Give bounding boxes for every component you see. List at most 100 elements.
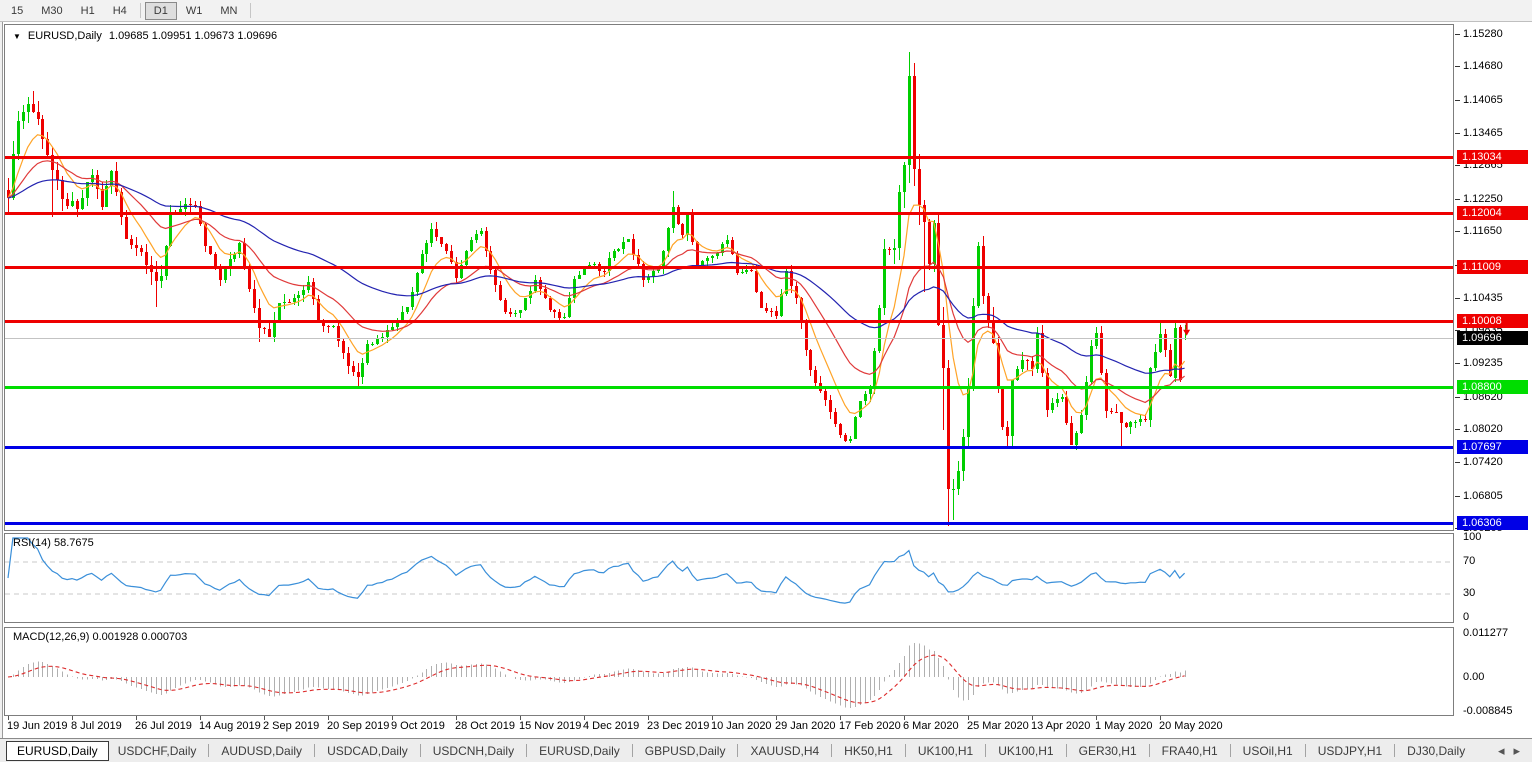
tab-scroll-right-icon[interactable]: ▸ xyxy=(1513,743,1520,759)
chart-tab-hk50-h1[interactable]: HK50,H1 xyxy=(835,741,902,761)
mt4-terminal: { "toolbar": { "timeframes": ["15","M30"… xyxy=(0,0,1532,762)
date-label: 28 Oct 2019 xyxy=(455,720,515,732)
timeframe-button-15[interactable]: 15 xyxy=(2,2,32,20)
hline-price-label: 1.12004 xyxy=(1457,206,1528,220)
chart-tab-usdjpy-h1[interactable]: USDJPY,H1 xyxy=(1309,741,1391,761)
toolbar-divider xyxy=(250,3,251,18)
chart-tab-eurusd-daily[interactable]: EURUSD,Daily xyxy=(530,741,629,761)
chart-tab-uk100-h1[interactable]: UK100,H1 xyxy=(909,741,982,761)
date-label: 6 Mar 2020 xyxy=(903,720,959,732)
macd-indicator-pane[interactable] xyxy=(4,627,1454,716)
price-chart-pane[interactable] xyxy=(4,24,1454,531)
price-tick-mark xyxy=(1455,100,1460,101)
price-tick-mark xyxy=(1455,298,1460,299)
date-label: 23 Dec 2019 xyxy=(647,720,709,732)
price-tick-label: 1.06805 xyxy=(1463,490,1503,503)
price-tick-mark xyxy=(1455,34,1460,35)
price-chart-canvas[interactable] xyxy=(5,25,1453,530)
tab-scroll-left-icon[interactable]: ◂ xyxy=(1498,743,1505,759)
tab-scroll-nav: ◂ ▸ xyxy=(1498,743,1532,759)
macd-level-label: -0.008845 xyxy=(1463,705,1513,718)
tab-separator xyxy=(985,744,986,757)
hline-price-label: 1.11009 xyxy=(1457,260,1528,274)
date-label: 29 Jan 2020 xyxy=(775,720,836,732)
date-label: 13 Apr 2020 xyxy=(1031,720,1090,732)
date-label: 4 Dec 2019 xyxy=(583,720,639,732)
price-tick-mark xyxy=(1455,462,1460,463)
chart-tab-bar: EURUSD,DailyUSDCHF,DailyAUDUSD,DailyUSDC… xyxy=(0,738,1532,762)
date-label: 20 May 2020 xyxy=(1159,720,1223,732)
chart-tab-usdcad-daily[interactable]: USDCAD,Daily xyxy=(318,741,417,761)
price-tick-mark xyxy=(1455,231,1460,232)
tab-separator xyxy=(314,744,315,757)
price-tick-label: 1.07420 xyxy=(1463,456,1503,469)
chart-dropdown-icon[interactable]: ▼ xyxy=(13,32,21,41)
chart-tab-usdchf-daily[interactable]: USDCHF,Daily xyxy=(109,741,206,761)
macd-level-label: 0.00 xyxy=(1463,671,1484,684)
tab-separator xyxy=(1305,744,1306,757)
timeframe-button-m30[interactable]: M30 xyxy=(32,2,71,20)
hline-price-label: 1.08800 xyxy=(1457,380,1528,394)
chart-tab-xauusd-h4[interactable]: XAUUSD,H4 xyxy=(741,741,828,761)
tab-separator xyxy=(208,744,209,757)
date-label: 10 Jan 2020 xyxy=(711,720,772,732)
price-tick-mark xyxy=(1455,363,1460,364)
tab-separator xyxy=(632,744,633,757)
hline-price-label: 1.06306 xyxy=(1457,516,1528,530)
tab-separator xyxy=(420,744,421,757)
timeframe-button-h4[interactable]: H4 xyxy=(104,2,136,20)
date-label: 19 Jun 2019 xyxy=(7,720,68,732)
timeframe-button-w1[interactable]: W1 xyxy=(177,2,212,20)
chart-tab-gbpusd-daily[interactable]: GBPUSD,Daily xyxy=(636,741,735,761)
rsi-level-label: 30 xyxy=(1463,587,1475,600)
timeframe-button-mn[interactable]: MN xyxy=(211,2,246,20)
macd-canvas[interactable] xyxy=(5,628,1453,715)
price-tick-label: 1.13465 xyxy=(1463,127,1503,140)
hline-price-label: 1.07697 xyxy=(1457,440,1528,454)
chart-symbol-label: EURUSD,Daily xyxy=(28,30,102,42)
chart-tab-ger30-h1[interactable]: GER30,H1 xyxy=(1070,741,1146,761)
timeframe-button-d1[interactable]: D1 xyxy=(145,2,177,20)
chart-title: ▼ EURUSD,Daily 1.09685 1.09951 1.09673 1… xyxy=(13,30,277,42)
date-label: 17 Feb 2020 xyxy=(839,720,901,732)
date-label: 25 Mar 2020 xyxy=(967,720,1029,732)
tab-separator xyxy=(526,744,527,757)
chart-ohlc-values: 1.09685 1.09951 1.09673 1.09696 xyxy=(109,30,277,42)
date-label: 9 Oct 2019 xyxy=(391,720,445,732)
hline-price-label: 1.10008 xyxy=(1457,314,1528,328)
rsi-level-label: 70 xyxy=(1463,555,1475,568)
tab-separator xyxy=(831,744,832,757)
chart-tab-audusd-daily[interactable]: AUDUSD,Daily xyxy=(212,741,311,761)
rsi-indicator-pane[interactable] xyxy=(4,533,1454,623)
date-label: 2 Sep 2019 xyxy=(263,720,319,732)
tab-separator xyxy=(905,744,906,757)
price-tick-mark xyxy=(1455,496,1460,497)
chart-tab-fra40-h1[interactable]: FRA40,H1 xyxy=(1153,741,1227,761)
timeframe-button-h1[interactable]: H1 xyxy=(72,2,104,20)
price-tick-mark xyxy=(1455,165,1460,166)
chart-tab-eurusd-daily[interactable]: EURUSD,Daily xyxy=(6,741,109,761)
chart-tab-uk100-h1[interactable]: UK100,H1 xyxy=(989,741,1062,761)
price-tick-mark xyxy=(1455,397,1460,398)
timeframe-toolbar: 15M30H1H4 D1W1MN xyxy=(0,0,1532,22)
price-tick-label: 1.14065 xyxy=(1463,94,1503,107)
chart-window-frame xyxy=(0,22,3,738)
tab-separator xyxy=(1066,744,1067,757)
tab-separator xyxy=(1230,744,1231,757)
price-tick-mark xyxy=(1455,133,1460,134)
price-tick-label: 1.14680 xyxy=(1463,60,1503,73)
chart-tab-usdcnh-daily[interactable]: USDCNH,Daily xyxy=(424,741,523,761)
rsi-canvas[interactable] xyxy=(5,534,1453,622)
date-label: 14 Aug 2019 xyxy=(199,720,261,732)
date-label: 8 Jul 2019 xyxy=(71,720,122,732)
chart-tab-dj30-daily[interactable]: DJ30,Daily xyxy=(1398,741,1474,761)
price-tick-mark xyxy=(1455,199,1460,200)
price-tick-label: 1.12250 xyxy=(1463,193,1503,206)
date-label: 26 Jul 2019 xyxy=(135,720,192,732)
rsi-level-label: 0 xyxy=(1463,611,1469,624)
date-label: 1 May 2020 xyxy=(1095,720,1152,732)
price-tick-label: 1.09235 xyxy=(1463,357,1503,370)
rsi-level-label: 100 xyxy=(1463,531,1481,544)
price-tick-label: 1.11650 xyxy=(1463,225,1502,238)
chart-tab-usoil-h1[interactable]: USOil,H1 xyxy=(1234,741,1302,761)
